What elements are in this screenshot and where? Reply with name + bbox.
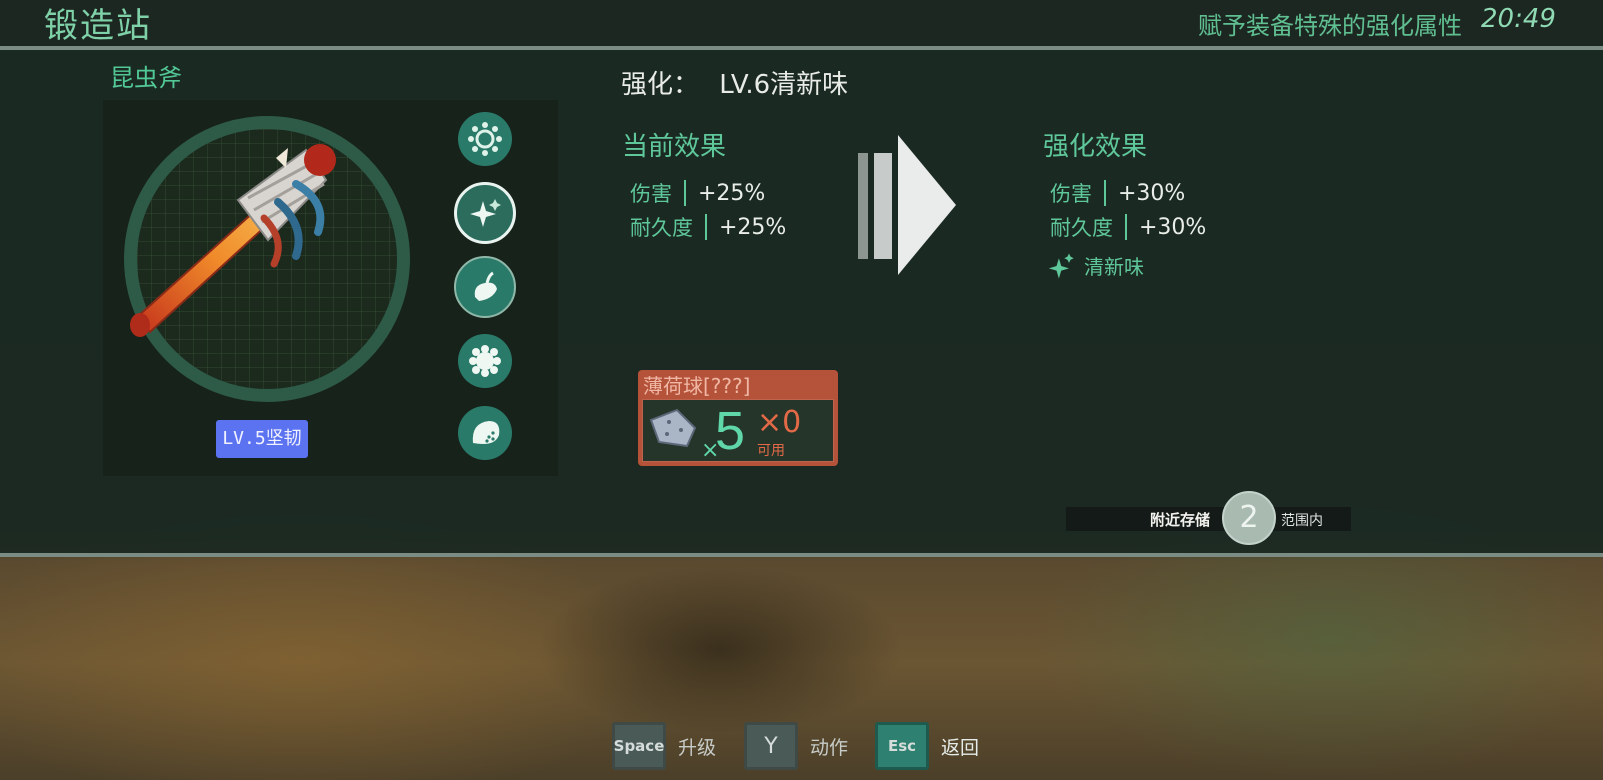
mod-slot-pepper[interactable] <box>454 256 516 318</box>
mod-slot-splat[interactable] <box>458 334 512 388</box>
key-esc[interactable]: Esc <box>875 722 929 770</box>
control-hint-back[interactable]: Esc 返回 <box>875 722 979 770</box>
current-effects-heading: 当前效果 <box>622 132 727 162</box>
current-stat-durability: 耐久度 +25% <box>630 212 786 242</box>
hint-label: 升级 <box>678 736 717 759</box>
stat-label: 伤害 <box>630 182 672 206</box>
control-hint-action[interactable]: Y 动作 <box>744 722 848 770</box>
hint-label: 返回 <box>941 736 980 759</box>
current-stat-damage: 伤害 +25% <box>630 178 765 208</box>
nearby-storage: 附近存储 2 范围内 <box>1066 491 1351 545</box>
upgraded-effects-heading: 强化效果 <box>1043 132 1148 162</box>
stat-label: 耐久度 <box>630 216 693 240</box>
page-subtitle: 赋予装备特殊的强化属性 <box>1198 12 1462 40</box>
stat-value: +30% <box>1139 214 1207 240</box>
game-clock: 20:49 <box>1481 4 1556 34</box>
material-card[interactable]: 薄荷球[???] × 5 ×0 可用 <box>638 370 838 466</box>
item-name: 昆虫斧 <box>110 64 182 92</box>
stat-separator <box>684 180 686 206</box>
splat-icon <box>469 345 501 377</box>
upgrade-arrow-icon <box>858 135 956 275</box>
key-space[interactable]: Space <box>612 722 666 770</box>
top-bar: 锻造站 赋予装备特殊的强化属性 20:49 <box>0 0 1603 46</box>
stat-value: +25% <box>719 214 787 240</box>
upgraded-stat-damage: 伤害 +30% <box>1050 178 1185 208</box>
owned-quantity: ×0 <box>757 405 802 440</box>
material-name: 薄荷球[???] <box>643 374 751 398</box>
seed-icon <box>472 421 500 444</box>
mod-slot-gear[interactable] <box>458 112 512 166</box>
mint-ball-icon <box>649 408 697 448</box>
storage-label: 附近存储 <box>1150 511 1211 529</box>
item-level-badge: LV.5坚韧 <box>216 420 308 458</box>
stat-separator <box>705 214 707 240</box>
sparkle-icon <box>1048 253 1074 278</box>
required-quantity: 5 <box>715 401 746 461</box>
upgrade-label: 强化： <box>621 70 700 100</box>
new-effect-label: 清新味 <box>1084 255 1144 279</box>
insect-axe-icon <box>130 144 336 337</box>
sparkle-icon <box>470 199 501 227</box>
material-count-box: × 5 ×0 可用 <box>642 399 834 463</box>
stat-label: 伤害 <box>1050 182 1092 206</box>
stat-separator <box>1104 180 1106 206</box>
divider <box>0 553 1603 557</box>
stat-separator <box>1125 214 1127 240</box>
stat-label: 耐久度 <box>1050 216 1113 240</box>
mod-slot-sparkle[interactable] <box>454 182 516 244</box>
new-effect: 清新味 <box>1048 251 1144 280</box>
hint-label: 动作 <box>810 736 849 759</box>
control-hint-upgrade[interactable]: Space 升级 <box>612 722 716 770</box>
owned-label: 可用 <box>757 443 785 459</box>
stat-value: +30% <box>1118 180 1186 206</box>
page-title: 锻造站 <box>44 6 152 46</box>
storage-count: 2 <box>1222 491 1276 545</box>
gear-icon <box>468 122 502 156</box>
mod-slot-seed[interactable] <box>458 406 512 460</box>
stat-value: +25% <box>698 180 766 206</box>
upgrade-value: LV.6清新味 <box>719 70 849 100</box>
key-y[interactable]: Y <box>744 722 798 770</box>
pepper-icon <box>474 271 497 301</box>
upgraded-stat-durability: 耐久度 +30% <box>1050 212 1206 242</box>
upgrade-target: 强化： LV.6清新味 <box>621 64 848 101</box>
storage-range: 范围内 <box>1281 513 1323 529</box>
